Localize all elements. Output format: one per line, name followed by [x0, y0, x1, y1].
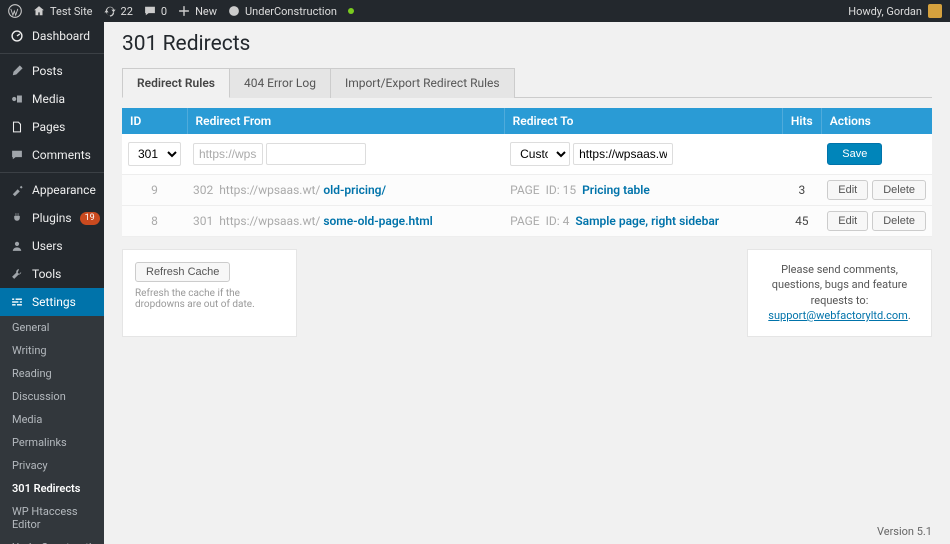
- main-content: 301 Redirects Redirect Rules 404 Error L…: [104, 22, 950, 544]
- page-title: 301 Redirects: [122, 32, 932, 56]
- settings-submenu: General Writing Reading Discussion Media…: [0, 316, 104, 544]
- to-link[interactable]: Pricing table: [582, 183, 650, 197]
- plugins-badge: 19: [80, 212, 100, 225]
- menu-settings[interactable]: Settings: [0, 288, 104, 316]
- rules-table: ID Redirect From Redirect To Hits Action…: [122, 108, 932, 237]
- menu-media[interactable]: Media: [0, 85, 104, 113]
- sub-underconstruction[interactable]: UnderConstruction: [0, 536, 104, 544]
- admin-sidebar: Dashboard Posts Media Pages Comments App…: [0, 22, 104, 544]
- menu-plugins[interactable]: Plugins19: [0, 204, 104, 232]
- tab-404-log[interactable]: 404 Error Log: [230, 68, 331, 98]
- menu-tools[interactable]: Tools: [0, 260, 104, 288]
- underconstruction-link[interactable]: UnderConstruction: [227, 4, 354, 18]
- col-to: Redirect To: [504, 108, 782, 134]
- edit-button[interactable]: Edit: [827, 180, 868, 200]
- menu-appearance[interactable]: Appearance: [0, 176, 104, 204]
- sub-htaccess[interactable]: WP Htaccess Editor: [0, 500, 104, 536]
- wp-logo[interactable]: [8, 4, 22, 18]
- menu-pages[interactable]: Pages: [0, 113, 104, 141]
- tab-redirect-rules[interactable]: Redirect Rules: [122, 68, 230, 98]
- menu-users[interactable]: Users: [0, 232, 104, 260]
- from-prefix: [193, 143, 263, 165]
- menu-comments[interactable]: Comments: [0, 141, 104, 169]
- refresh-cache-button[interactable]: Refresh Cache: [135, 262, 230, 282]
- admin-topbar: Test Site 22 0 New UnderConstruction How…: [0, 0, 950, 22]
- site-link[interactable]: Test Site: [32, 4, 93, 18]
- table-row: 9 302 https://wpsaas.wt/ old-pricing/ PA…: [122, 175, 932, 206]
- sub-privacy[interactable]: Privacy: [0, 454, 104, 477]
- support-card: Please send comments, questions, bugs an…: [747, 249, 932, 337]
- howdy-link[interactable]: Howdy, Gordan: [848, 5, 922, 18]
- edit-button[interactable]: Edit: [827, 211, 868, 231]
- from-link[interactable]: some-old-page.html: [323, 214, 432, 228]
- sub-permalinks[interactable]: Permalinks: [0, 431, 104, 454]
- menu-dashboard[interactable]: Dashboard: [0, 22, 104, 50]
- status-dot-icon: [348, 8, 354, 14]
- sub-301-redirects[interactable]: 301 Redirects: [0, 477, 104, 500]
- to-link[interactable]: Sample page, right sidebar: [575, 214, 719, 228]
- sub-media[interactable]: Media: [0, 408, 104, 431]
- refresh-card: Refresh Cache Refresh the cache if the d…: [122, 249, 297, 337]
- to-url-input[interactable]: [573, 143, 673, 165]
- to-type-select[interactable]: Custom: [510, 142, 570, 166]
- sub-general[interactable]: General: [0, 316, 104, 339]
- tab-import-export[interactable]: Import/Export Redirect Rules: [331, 68, 515, 98]
- footer-version: Version 5.1: [877, 525, 932, 538]
- menu-posts[interactable]: Posts: [0, 57, 104, 85]
- col-id: ID: [122, 108, 187, 134]
- col-actions: Actions: [821, 108, 932, 134]
- table-row: 8 301 https://wpsaas.wt/ some-old-page.h…: [122, 206, 932, 237]
- support-email-link[interactable]: support@webfactoryltd.com: [768, 309, 908, 322]
- code-select[interactable]: 301: [128, 142, 181, 166]
- save-button[interactable]: Save: [827, 143, 882, 165]
- refresh-hint: Refresh the cache if the dropdowns are o…: [135, 288, 284, 310]
- delete-button[interactable]: Delete: [872, 180, 926, 200]
- new-link[interactable]: New: [177, 4, 217, 18]
- col-hits: Hits: [782, 108, 821, 134]
- comments-link[interactable]: 0: [143, 4, 167, 18]
- sub-discussion[interactable]: Discussion: [0, 385, 104, 408]
- avatar[interactable]: [928, 4, 942, 18]
- sub-reading[interactable]: Reading: [0, 362, 104, 385]
- from-path-input[interactable]: [266, 143, 366, 165]
- updates-link[interactable]: 22: [103, 4, 133, 18]
- col-from: Redirect From: [187, 108, 504, 134]
- delete-button[interactable]: Delete: [872, 211, 926, 231]
- from-link[interactable]: old-pricing/: [323, 183, 386, 197]
- sub-writing[interactable]: Writing: [0, 339, 104, 362]
- tabs: Redirect Rules 404 Error Log Import/Expo…: [122, 68, 932, 98]
